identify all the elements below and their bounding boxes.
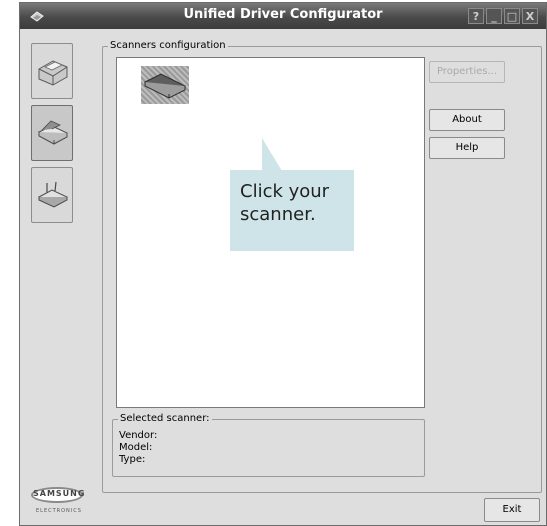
logo-subtitle: ELECTRONICS [36,508,82,514]
close-button[interactable]: X [522,8,538,24]
vendor-label: Vendor: [119,430,158,441]
model-label: Model: [119,442,153,453]
selected-scanner-label: Selected scanner: [118,413,212,424]
type-label: Type: [119,454,146,465]
instruction-callout: Click your scanner. [230,170,354,251]
scanners-configuration-label: Scanners configuration [108,40,228,51]
selected-scanner-group: Selected scanner: Vendor: Model: Type: [112,413,425,477]
maximize-button[interactable]: □ [504,8,520,24]
printer-icon [38,60,68,86]
samsung-logo: SAMSUNG [31,487,86,503]
port-icon [37,181,69,208]
scanner-item[interactable] [141,66,189,104]
scanner-device-icon [143,73,187,99]
scanner-list[interactable]: Click your scanner. [116,57,425,408]
printers-configuration-button[interactable] [31,43,73,99]
exit-button[interactable]: Exit [484,498,540,522]
about-button[interactable]: About [429,109,505,131]
callout-pointer [262,138,282,171]
ports-configuration-button[interactable] [31,167,73,223]
help-button[interactable]: Help [429,137,505,159]
help-title-button[interactable]: ? [468,8,484,24]
callout-text: Click your scanner. [240,181,330,225]
logo-brand: SAMSUNG [33,489,86,498]
title-bar[interactable]: Unified Driver Configurator ? _ □ X [20,3,546,29]
scanners-configuration-button[interactable] [31,105,73,161]
minimize-button[interactable]: _ [486,8,502,24]
properties-button[interactable]: Properties... [429,61,505,83]
scanner-icon [37,120,69,145]
configurator-window: Unified Driver Configurator ? _ □ X Scan… [19,2,547,526]
